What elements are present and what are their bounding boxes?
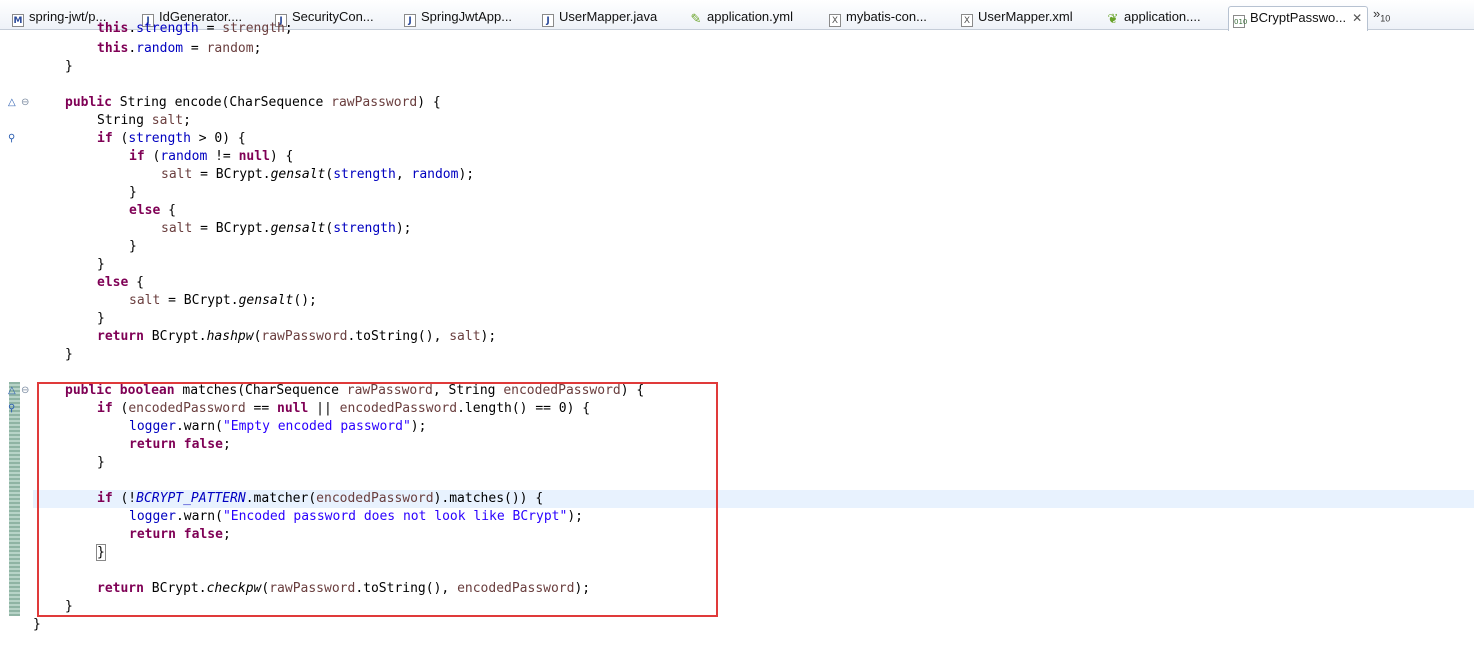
- code-line: }: [97, 257, 105, 272]
- tab-label: application.yml: [707, 9, 793, 24]
- fold-collapse-icon[interactable]: ⊖: [21, 385, 29, 397]
- close-icon[interactable]: ✕: [1352, 7, 1362, 29]
- tab-application-yml[interactable]: ✎ application.yml: [690, 6, 815, 28]
- spring-leaf-icon: ❦: [1107, 12, 1119, 27]
- override-marker-icon[interactable]: △: [8, 97, 16, 109]
- code-line: }: [65, 599, 73, 614]
- java-file-icon: J: [404, 14, 416, 27]
- code-line: salt = BCrypt.gensalt(strength);: [161, 221, 412, 236]
- code-line: }: [129, 239, 137, 254]
- tab-label: spring-jwt/p...: [29, 9, 107, 24]
- code-line: logger.warn("Encoded password does not l…: [129, 509, 583, 524]
- code-line: if (strength > 0) {: [97, 131, 246, 146]
- current-code-line: if (!BCRYPT_PATTERN.matcher(encodedPassw…: [33, 490, 1474, 508]
- tab-usermapper-xml[interactable]: X UserMapper.xml: [961, 6, 1096, 28]
- code-line: this.strength = strength;: [97, 21, 293, 36]
- code-editor[interactable]: this.strength = strength; this.random = …: [33, 21, 1474, 651]
- code-line: logger.warn("Empty encoded password");: [129, 419, 427, 434]
- code-line: if (random != null) {: [129, 149, 294, 164]
- spring-yml-icon: ✎: [690, 12, 702, 27]
- code-line: else {: [129, 203, 176, 218]
- tab-springjwtapp[interactable]: J SpringJwtApp...: [404, 6, 529, 28]
- code-line: }: [33, 617, 41, 632]
- code-line: if (encodedPassword == null || encodedPa…: [97, 401, 591, 416]
- tab-usermapper-java[interactable]: J UserMapper.java: [542, 6, 677, 28]
- code-line: }: [97, 311, 105, 326]
- hidden-tab-count: 10: [1380, 13, 1391, 24]
- tab-label: BCryptPasswo...: [1250, 10, 1347, 25]
- xml-file-icon: X: [961, 14, 973, 27]
- code-line: return false;: [129, 437, 231, 452]
- editor-gutter: [0, 31, 8, 651]
- maven-pom-icon: M: [12, 14, 24, 27]
- tab-overflow-button[interactable]: »10: [1373, 6, 1390, 24]
- code-line: }: [97, 455, 105, 470]
- override-marker-icon[interactable]: △: [8, 385, 16, 397]
- tab-mybatis-config[interactable]: Xmybatis-con...: [829, 6, 949, 28]
- java-file-icon: J: [542, 14, 554, 27]
- code-line: public boolean matches(CharSequence rawP…: [65, 383, 645, 398]
- code-line: }: [96, 544, 106, 562]
- code-line: this.random = random;: [97, 41, 262, 56]
- tab-bcryptpasswordencoder[interactable]: 010 BCryptPasswo... ✕: [1228, 6, 1368, 31]
- matching-bracket: }: [96, 544, 106, 561]
- code-line: String salt;: [97, 113, 191, 128]
- xml-file-icon: X: [829, 14, 841, 27]
- search-occurrence-icon: ⚲: [8, 403, 16, 414]
- tab-label: UserMapper.java: [559, 9, 658, 24]
- class-file-icon: 010: [1233, 15, 1247, 28]
- tab-label: mybatis-con...: [846, 9, 927, 24]
- code-line: }: [65, 59, 73, 74]
- tab-securityconfig[interactable]: J SecurityCon...: [275, 6, 395, 28]
- code-line: return false;: [129, 527, 231, 542]
- search-occurrence-icon: ⚲: [8, 133, 16, 144]
- code-line: salt = BCrypt.gensalt();: [129, 293, 317, 308]
- tab-label: SpringJwtApp...: [421, 9, 513, 24]
- code-line: return BCrypt.checkpw(rawPassword.toStri…: [97, 581, 591, 596]
- code-line: }: [129, 185, 137, 200]
- fold-collapse-icon[interactable]: ⊖: [21, 97, 29, 109]
- tab-application-properties[interactable]: ❦ application....: [1107, 6, 1222, 28]
- code-line: salt = BCrypt.gensalt(strength, random);: [161, 167, 475, 182]
- quick-diff-change-bar: [9, 382, 20, 616]
- code-line: return BCrypt.hashpw(rawPassword.toStrin…: [97, 329, 497, 344]
- code-line: else {: [97, 275, 144, 290]
- tab-label: UserMapper.xml: [978, 9, 1073, 24]
- tab-label: application....: [1124, 9, 1201, 24]
- code-line: public String encode(CharSequence rawPas…: [65, 95, 441, 110]
- code-line: }: [65, 347, 73, 362]
- tab-label: SecurityCon...: [292, 9, 374, 24]
